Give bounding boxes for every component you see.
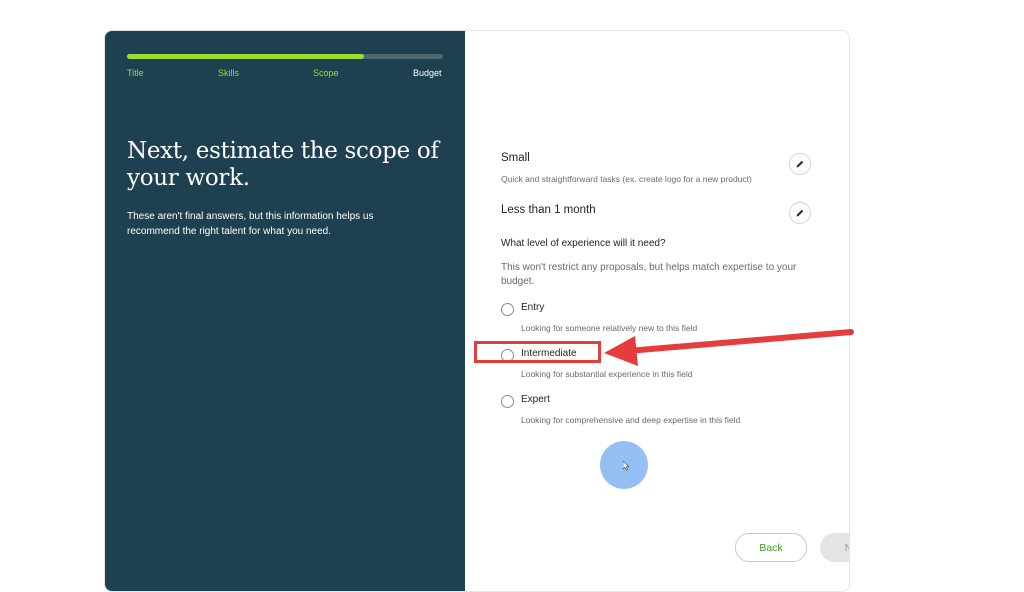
page-title: Next, estimate the scope of your work. [127,138,439,191]
radio-button-expert[interactable] [501,395,514,408]
back-button[interactable]: Back [735,533,807,562]
edit-size-button[interactable] [789,153,811,175]
page-subtitle: These aren't final answers, but this inf… [127,211,374,237]
radio-help-entry: Looking for someone relatively new to th… [521,323,698,333]
step-scope: Scope [313,68,339,78]
progress-bar [127,54,443,59]
scope-size-description: Quick and straightforward tasks (ex. cre… [501,174,752,184]
experience-question: What level of experience will it need? [501,238,666,249]
pencil-icon [796,209,804,217]
next-budget-button[interactable]: Next: Budget [820,533,849,562]
edit-duration-button[interactable] [789,202,811,224]
radio-help-expert: Looking for comprehensive and deep exper… [521,415,741,425]
intro-panel: Title Skills Scope Budget Next, estimate… [105,31,465,591]
annotation-highlight-box [474,341,601,363]
step-budget: Budget [413,68,442,78]
step-skills: Skills [218,68,240,78]
progress-bar-fill [127,54,364,59]
scope-size-title: Small [501,152,530,164]
click-indicator [600,441,648,489]
step-title: Title [127,68,144,78]
mouse-pointer-icon [623,461,630,471]
scope-form: Small Quick and straightforward tasks (e… [465,31,849,591]
radio-button-entry[interactable] [501,303,514,316]
pencil-icon [796,160,804,168]
radio-help-intermediate: Looking for substantial experience in th… [521,369,693,379]
radio-label-expert[interactable]: Expert [521,394,550,405]
radio-label-entry[interactable]: Entry [521,302,544,313]
experience-description: This won't restrict any proposals, but h… [501,262,797,287]
job-post-card: Title Skills Scope Budget Next, estimate… [104,30,850,592]
scope-duration-title: Less than 1 month [501,204,596,216]
